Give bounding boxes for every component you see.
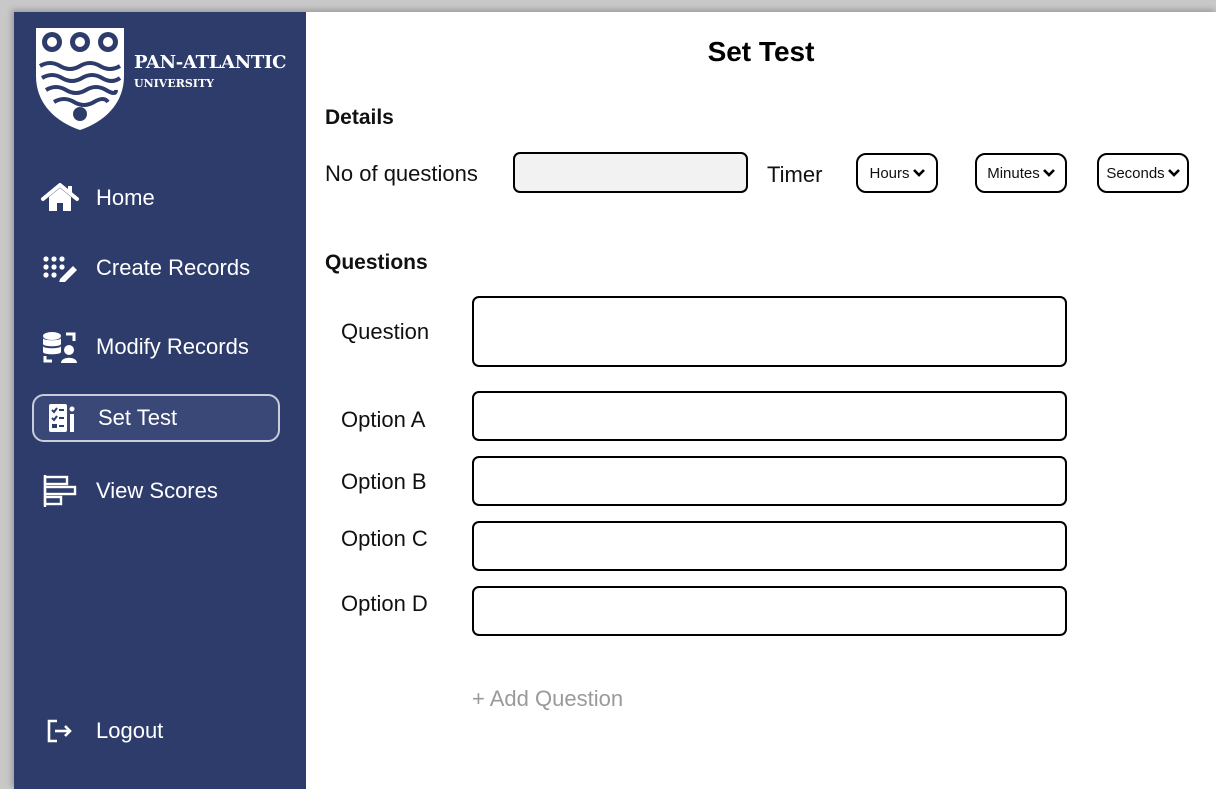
sidebar-item-label: Home xyxy=(96,185,155,210)
chevron-down-icon xyxy=(1042,169,1055,177)
logo-subname: UNIVERSITY xyxy=(134,77,214,90)
option-b-label: Option B xyxy=(341,469,427,494)
sidebar-item-label: Set Test xyxy=(98,405,178,430)
sidebar: PAN-ATLANTIC UNIVERSITY Home Create Reco… xyxy=(14,12,306,789)
seconds-select-label: Seconds xyxy=(1106,164,1165,182)
logo-name: PAN-ATLANTIC xyxy=(134,52,287,73)
hours-select-label: Hours xyxy=(869,164,910,182)
logout-button[interactable]: Logout xyxy=(32,707,280,755)
database-user-icon xyxy=(38,332,82,363)
university-logo: PAN-ATLANTIC UNIVERSITY xyxy=(34,26,294,136)
option-b-input[interactable] xyxy=(472,456,1067,506)
sidebar-item-create-records[interactable]: Create Records xyxy=(32,244,280,292)
add-question-button[interactable]: + Add Question xyxy=(472,686,623,712)
details-heading: Details xyxy=(325,106,394,129)
sidebar-item-modify-records[interactable]: Modify Records xyxy=(32,323,280,371)
chevron-down-icon xyxy=(912,169,925,177)
seconds-select[interactable]: Seconds xyxy=(1097,153,1189,193)
app-window: PAN-ATLANTIC UNIVERSITY Home Create Reco… xyxy=(14,12,1216,789)
bar-chart-icon xyxy=(38,475,82,507)
sidebar-item-view-scores[interactable]: View Scores xyxy=(32,467,280,515)
checklist-icon xyxy=(40,403,84,433)
sidebar-item-set-test[interactable]: Set Test xyxy=(32,394,280,442)
home-icon xyxy=(38,183,82,213)
option-c-input[interactable] xyxy=(472,521,1067,571)
minutes-select-label: Minutes xyxy=(987,164,1040,182)
keypad-edit-icon xyxy=(38,253,82,283)
hours-select[interactable]: Hours xyxy=(856,153,938,193)
sidebar-item-label: View Scores xyxy=(96,478,218,503)
num-questions-input[interactable] xyxy=(513,152,748,193)
option-a-input[interactable] xyxy=(472,391,1067,441)
option-c-label: Option C xyxy=(341,526,428,551)
logout-icon xyxy=(38,716,82,746)
minutes-select[interactable]: Minutes xyxy=(975,153,1067,193)
sidebar-item-label: Create Records xyxy=(96,255,251,280)
shield-logo-icon xyxy=(36,28,124,130)
option-d-label: Option D xyxy=(341,591,428,616)
option-d-input[interactable] xyxy=(472,586,1067,636)
question-input[interactable] xyxy=(472,296,1067,367)
timer-label: Timer xyxy=(767,162,823,187)
sidebar-item-home[interactable]: Home xyxy=(32,174,280,222)
logout-label: Logout xyxy=(96,718,164,743)
sidebar-item-label: Modify Records xyxy=(96,334,249,359)
chevron-down-icon xyxy=(1167,169,1180,177)
page-title: Set Test xyxy=(707,36,815,67)
option-a-label: Option A xyxy=(341,407,426,432)
question-label: Question xyxy=(341,319,430,344)
questions-heading: Questions xyxy=(325,251,428,274)
num-questions-label: No of questions xyxy=(325,161,478,186)
